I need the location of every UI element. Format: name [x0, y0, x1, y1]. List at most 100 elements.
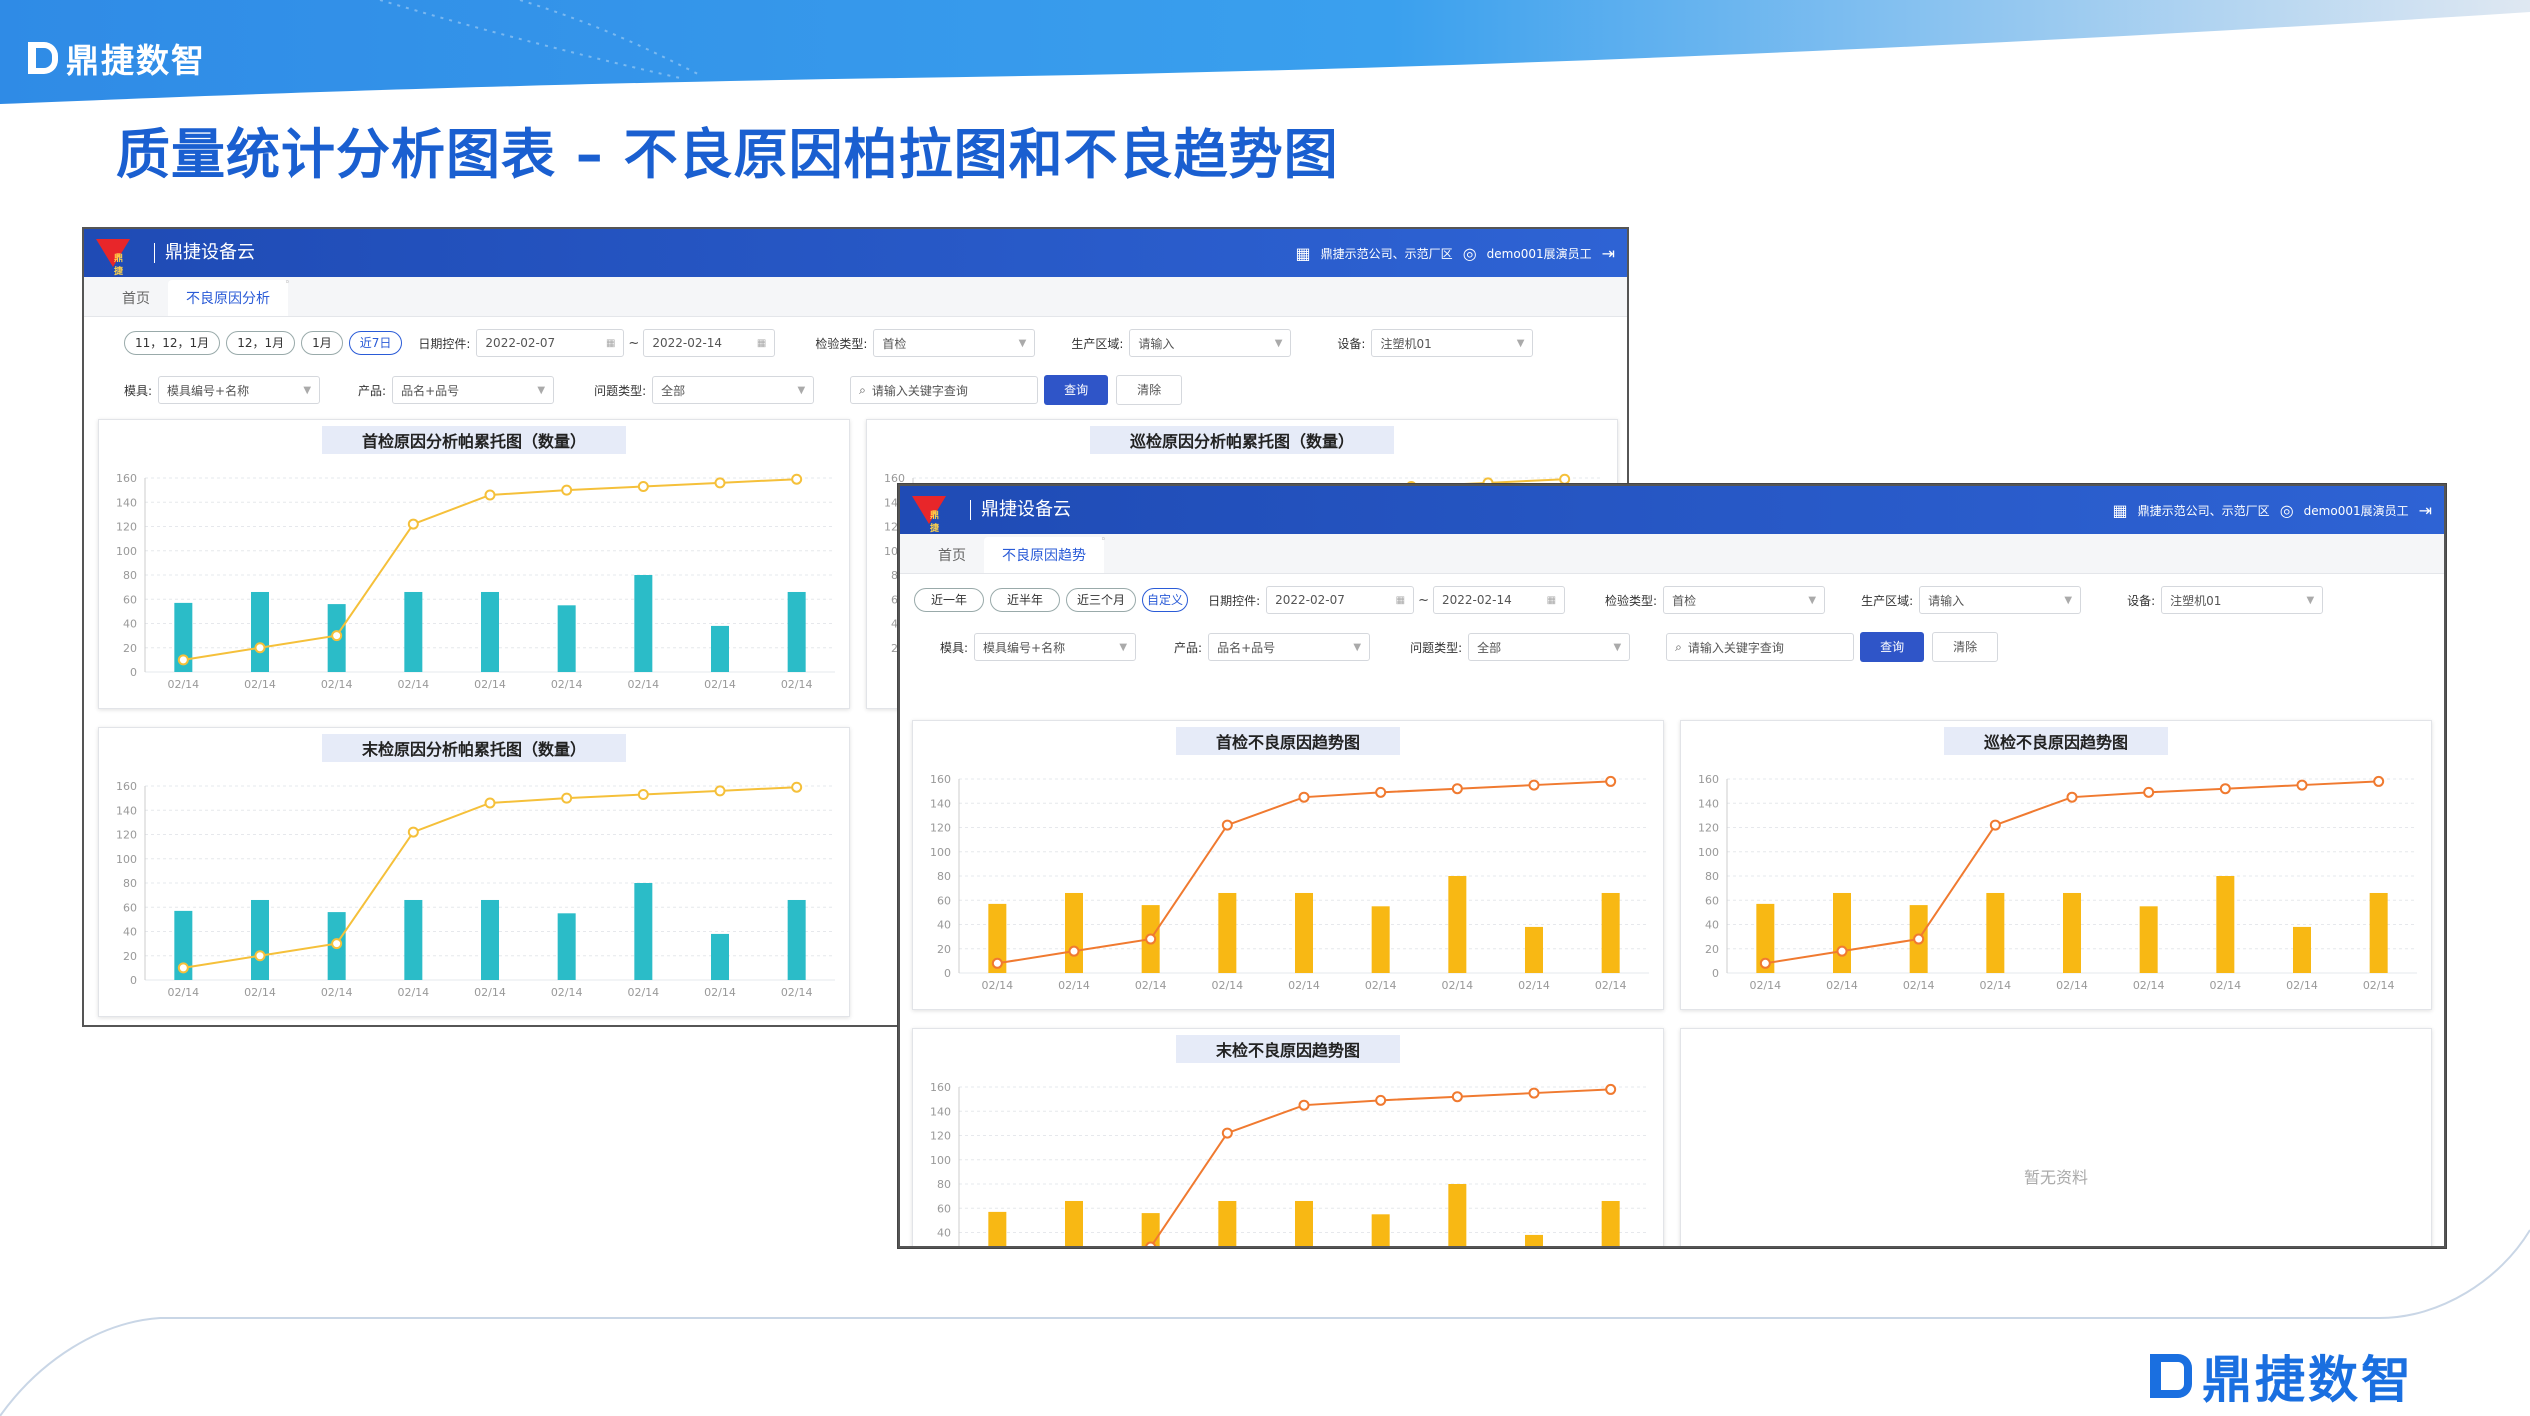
area-select[interactable]: 请输入 ▼: [1129, 329, 1292, 357]
issue-type-select[interactable]: 全部 ▼: [652, 376, 815, 404]
x-tick-label: 02/14: [1135, 979, 1167, 992]
y-tick-label: 120: [116, 829, 137, 842]
mold-label: 模具:: [940, 640, 969, 655]
device-select[interactable]: 注塑机01 ▼: [2161, 586, 2324, 614]
line-point: [1913, 933, 1925, 945]
area-select[interactable]: 请输入 ▼: [1919, 586, 2082, 614]
line-point: [714, 477, 726, 489]
range-pill-1[interactable]: 近一年: [914, 588, 985, 612]
chart-title: 末检不良原因趋势图: [1175, 1035, 1401, 1063]
tab-home[interactable]: 首页: [920, 537, 984, 573]
chart-panel-last-pareto: 0 20 40 60 80 100 120 140 160 02/14 02/14 02/14 02/1…: [98, 727, 850, 1017]
clear-button[interactable]: 清除: [1116, 375, 1183, 405]
user-name[interactable]: demo001展演员工: [2304, 502, 2409, 519]
inspect-type-select[interactable]: 首检 ▼: [873, 329, 1036, 357]
inspect-type-label: 检验类型:: [815, 336, 868, 351]
issue-type-label: 问题类型:: [1410, 640, 1463, 655]
company-name[interactable]: 鼎捷示范公司、示范厂区: [2138, 502, 2270, 519]
range-pill-4[interactable]: 近7日: [348, 331, 403, 355]
y-tick-label: 80: [1705, 870, 1719, 883]
inspect-type-select[interactable]: 首检 ▼: [1663, 586, 1826, 614]
range-pill-1[interactable]: 11，12，1月: [124, 331, 221, 355]
range-pill-3[interactable]: 1月: [301, 331, 343, 355]
bar: [1448, 876, 1467, 973]
y-tick-label: 140: [930, 797, 951, 810]
date-from-input[interactable]: 2022-02-07 ▦: [1266, 586, 1415, 614]
device-select[interactable]: 注塑机01 ▼: [1371, 329, 1534, 357]
product-select[interactable]: 品名+品号 ▼: [1208, 633, 1371, 661]
y-tick-label: 0: [1712, 967, 1719, 980]
bar: [634, 575, 653, 672]
product-select[interactable]: 品名+品号 ▼: [392, 376, 555, 404]
range-pill-3[interactable]: 近三个月: [1066, 588, 1137, 612]
query-button[interactable]: 查询: [1860, 632, 1925, 662]
brand-d-icon: [28, 42, 58, 74]
chevron-down-icon: ▼: [2064, 594, 2073, 606]
trend-chart-svg: 0 20 40 60 80 100 120 140 160 02/14 02/14 02/14 02/1…: [1698, 773, 2417, 992]
line-point: [1759, 957, 1771, 969]
empty-state-text: 暂无资料: [2023, 1168, 2088, 1188]
user-icon: ◎: [2279, 500, 2294, 520]
bar: [787, 591, 806, 672]
y-tick-label: 140: [1698, 797, 1719, 810]
y-tick-label: 20: [1705, 943, 1719, 956]
search-input[interactable]: ⌕ 请输入关键字查询: [1666, 633, 1855, 661]
tab-defect-analysis[interactable]: 不良原因分析 ◦: [168, 278, 290, 316]
logout-icon[interactable]: ⇥: [1602, 244, 1615, 263]
device-label: 设备:: [2127, 593, 2156, 608]
date-from-input[interactable]: 2022-02-07 ▦: [476, 329, 625, 357]
brand-text: 鼎捷数智: [66, 41, 206, 80]
line-point: [637, 480, 649, 492]
range-pill-2[interactable]: 12，1月: [226, 331, 296, 355]
x-tick-label: 02/14: [397, 986, 429, 999]
mold-select[interactable]: 模具编号+名称 ▼: [158, 376, 321, 404]
clear-button[interactable]: 清除: [1932, 632, 1999, 662]
date-separator: ~: [1418, 592, 1430, 608]
bar: [1295, 1200, 1313, 1246]
user-name[interactable]: demo001展演员工: [1487, 245, 1592, 262]
x-tick-label: 02/14: [627, 986, 659, 999]
bar: [2063, 892, 2081, 973]
company-name[interactable]: 鼎捷示范公司、示范厂区: [1321, 245, 1453, 262]
x-tick-label: 02/14: [397, 678, 429, 691]
logout-icon[interactable]: ⇥: [2419, 501, 2432, 520]
y-tick-label: 60: [937, 894, 951, 907]
date-to-input[interactable]: 2022-02-14 ▦: [643, 329, 776, 357]
mold-select[interactable]: 模具编号+名称 ▼: [974, 633, 1137, 661]
y-tick-label: 100: [930, 1154, 951, 1167]
y-tick-label: 40: [1705, 919, 1719, 932]
line-point: [1221, 819, 1233, 831]
search-icon: ⌕: [1675, 639, 1682, 654]
x-tick-label: 02/14: [2056, 979, 2088, 992]
app-name: 鼎捷设备云: [970, 500, 1071, 520]
date-separator: ~: [628, 335, 640, 351]
y-tick-label: 160: [116, 472, 137, 485]
date-to-input[interactable]: 2022-02-14 ▦: [1433, 586, 1566, 614]
query-button[interactable]: 查询: [1044, 375, 1109, 405]
bar: [481, 899, 499, 980]
chevron-down-icon: ▼: [1353, 641, 1362, 653]
close-icon[interactable]: ◦: [285, 278, 290, 288]
product-label: 产品:: [1174, 640, 1203, 655]
line-point: [407, 826, 419, 838]
issue-type-select[interactable]: 全部 ▼: [1468, 633, 1631, 661]
app-window-trend: 鼎捷 鼎捷设备云 ▦ 鼎捷示范公司、示范厂区 ◎ demo001展演员工 ⇥ 首…: [898, 484, 2446, 1248]
range-pill-2[interactable]: 近半年: [990, 588, 1061, 612]
line-point: [561, 484, 573, 496]
line-point: [1375, 786, 1387, 798]
search-input[interactable]: ⌕ 请输入关键字查询: [850, 376, 1039, 404]
line-point: [331, 630, 343, 642]
tab-defect-trend[interactable]: 不良原因趋势 ◦: [984, 535, 1106, 573]
range-pill-4[interactable]: 自定义: [1142, 588, 1189, 612]
app-logo: 鼎捷: [96, 239, 130, 277]
y-tick-label: 140: [930, 1105, 951, 1118]
y-tick-label: 80: [937, 1178, 951, 1191]
line-point: [1451, 783, 1463, 795]
line-point: [1836, 945, 1848, 957]
y-tick-label: 80: [123, 877, 137, 890]
bar: [404, 591, 423, 672]
tab-home[interactable]: 首页: [104, 280, 168, 316]
close-icon[interactable]: ◦: [1101, 535, 1106, 545]
slide: 鼎捷数智 质量统计分析图表 – 不良原因柏拉图和不良趋势图 鼎捷 鼎捷设备云 ▦…: [0, 0, 2530, 1416]
pareto-chart-svg: 0 20 40 60 80 100 120 140 160 02/14 02/14 02/14 02/1…: [116, 472, 835, 691]
